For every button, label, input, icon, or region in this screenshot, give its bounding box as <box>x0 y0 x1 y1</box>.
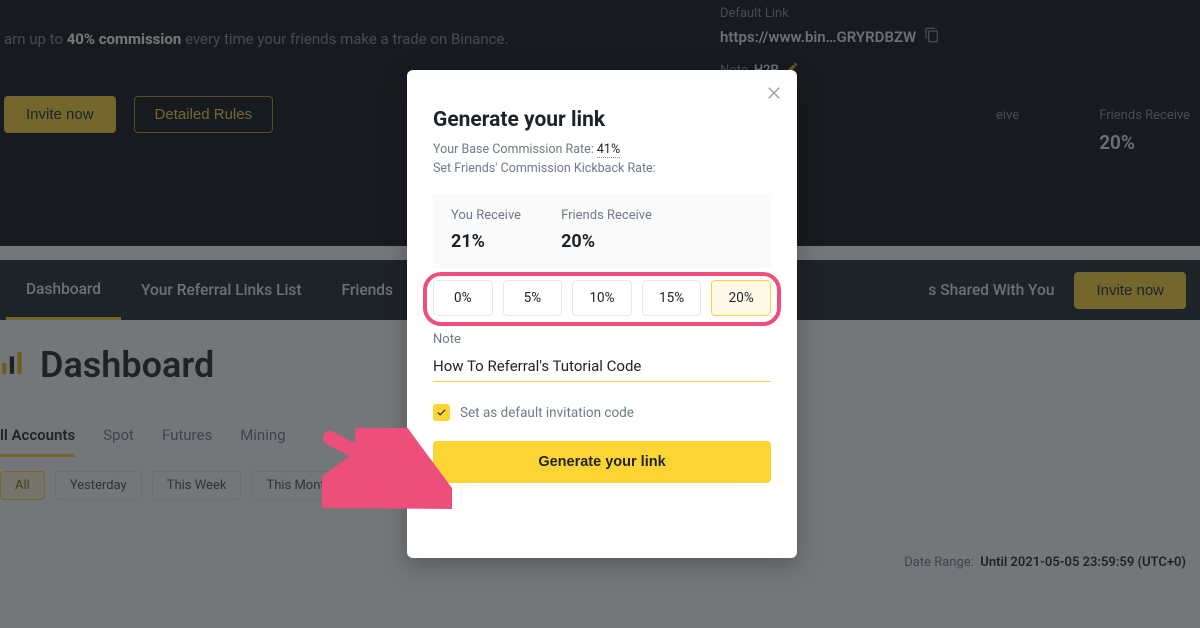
modal-you-receive-value: 21% <box>451 231 521 252</box>
default-checkbox-row[interactable]: Set as default invitation code <box>433 404 771 421</box>
generate-link-modal: Generate your link Your Base Commission … <box>407 70 797 558</box>
generate-link-button[interactable]: Generate your link <box>433 441 771 483</box>
rate-option-5[interactable]: 5% <box>503 280 563 316</box>
receive-box: You Receive 21% Friends Receive 20% <box>433 194 771 268</box>
rate-option-10[interactable]: 10% <box>572 280 632 316</box>
base-rate-label: Your Base Commission Rate: <box>433 142 594 157</box>
modal-friends-receive-label: Friends Receive <box>561 208 652 223</box>
kickback-label: Set Friends' Commission Kickback Rate: <box>433 161 771 176</box>
modal-friends-receive-value: 20% <box>561 231 652 252</box>
rate-options-group: 0% 5% 10% 15% 20% <box>433 268 771 326</box>
modal-title: Generate your link <box>433 108 771 132</box>
note-input[interactable] <box>433 349 771 382</box>
note-label: Note <box>433 332 771 347</box>
base-rate-value: 41% <box>597 142 620 158</box>
rate-option-0[interactable]: 0% <box>433 280 493 316</box>
default-checkbox[interactable] <box>433 404 450 421</box>
rate-option-20[interactable]: 20% <box>711 280 771 316</box>
rate-option-15[interactable]: 15% <box>642 280 702 316</box>
modal-you-receive-label: You Receive <box>451 208 521 223</box>
close-icon[interactable] <box>765 84 783 102</box>
default-checkbox-label: Set as default invitation code <box>460 405 634 421</box>
base-rate-row: Your Base Commission Rate: 41% <box>433 142 771 157</box>
